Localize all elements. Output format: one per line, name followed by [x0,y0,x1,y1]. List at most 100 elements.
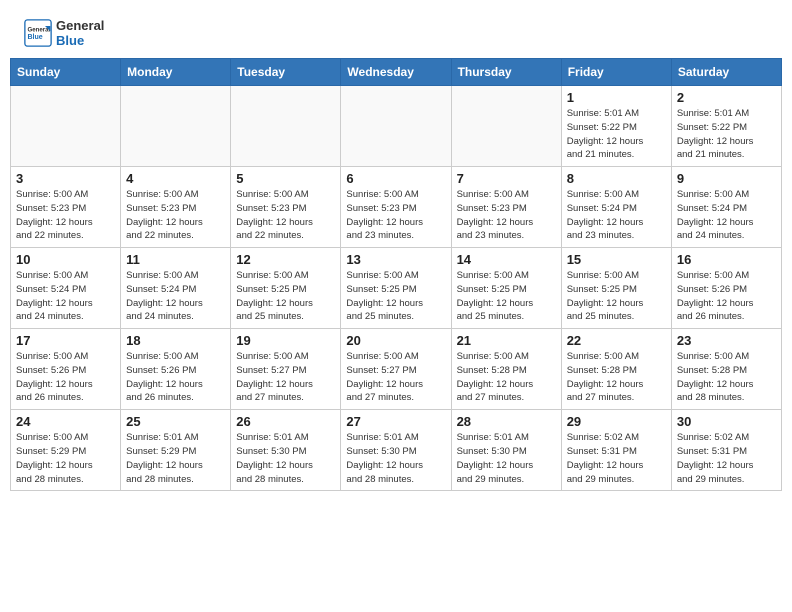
day-number: 4 [126,171,225,186]
day-number: 16 [677,252,776,267]
calendar-table: SundayMondayTuesdayWednesdayThursdayFrid… [10,58,782,491]
day-info: Sunrise: 5:00 AM Sunset: 5:23 PM Dayligh… [457,188,556,243]
day-number: 2 [677,90,776,105]
day-cell: 25Sunrise: 5:01 AM Sunset: 5:29 PM Dayli… [121,410,231,491]
day-number: 17 [16,333,115,348]
logo-text-blue: Blue [56,33,104,48]
weekday-header-friday: Friday [561,59,671,86]
weekday-header-wednesday: Wednesday [341,59,451,86]
day-cell: 5 Sunrise: 5:00 AM Sunset: 5:23 PM Daylig… [231,167,341,248]
week-row-2: 10 Sunrise: 5:00 AM Sunset: 5:24 PM Dayli… [11,248,782,329]
calendar-header: SundayMondayTuesdayWednesdayThursdayFrid… [11,59,782,86]
day-cell: 14 Sunrise: 5:00 AM Sunset: 5:25 PM Dayli… [451,248,561,329]
logo-text-general: General [56,18,104,33]
day-cell: 28Sunrise: 5:01 AM Sunset: 5:30 PM Dayli… [451,410,561,491]
day-cell: 8 Sunrise: 5:00 AM Sunset: 5:24 PM Daylig… [561,167,671,248]
day-cell: 15 Sunrise: 5:00 AM Sunset: 5:25 PM Dayli… [561,248,671,329]
day-cell: 7 Sunrise: 5:00 AM Sunset: 5:23 PM Daylig… [451,167,561,248]
day-cell: 23Sunrise: 5:00 AM Sunset: 5:28 PM Dayli… [671,329,781,410]
weekday-header-tuesday: Tuesday [231,59,341,86]
day-number: 20 [346,333,445,348]
day-number: 28 [457,414,556,429]
day-info: Sunrise: 5:00 AM Sunset: 5:25 PM Dayligh… [346,269,445,324]
day-cell [451,86,561,167]
day-number: 5 [236,171,335,186]
weekday-header-sunday: Sunday [11,59,121,86]
day-number: 27 [346,414,445,429]
day-info: Sunrise: 5:00 AM Sunset: 5:27 PM Dayligh… [346,350,445,405]
day-cell: 21 Sunrise: 5:00 AM Sunset: 5:28 PM Dayli… [451,329,561,410]
week-row-4: 24Sunrise: 5:00 AM Sunset: 5:29 PM Dayli… [11,410,782,491]
day-cell: 13 Sunrise: 5:00 AM Sunset: 5:25 PM Dayli… [341,248,451,329]
day-info: Sunrise: 5:00 AM Sunset: 5:28 PM Dayligh… [457,350,556,405]
day-cell: 26Sunrise: 5:01 AM Sunset: 5:30 PM Dayli… [231,410,341,491]
logo: General Blue General Blue [24,18,104,48]
day-number: 8 [567,171,666,186]
day-cell: 6Sunrise: 5:00 AM Sunset: 5:23 PM Daylig… [341,167,451,248]
day-info: Sunrise: 5:00 AM Sunset: 5:24 PM Dayligh… [567,188,666,243]
day-cell: 2 Sunrise: 5:01 AM Sunset: 5:22 PM Daylig… [671,86,781,167]
logo-icon: General Blue [24,19,52,47]
day-info: Sunrise: 5:01 AM Sunset: 5:22 PM Dayligh… [677,107,776,162]
calendar-body: 1 Sunrise: 5:01 AM Sunset: 5:22 PM Daylig… [11,86,782,491]
day-number: 12 [236,252,335,267]
day-cell: 12 Sunrise: 5:00 AM Sunset: 5:25 PM Dayli… [231,248,341,329]
day-cell: 27 Sunrise: 5:01 AM Sunset: 5:30 PM Dayli… [341,410,451,491]
day-cell [121,86,231,167]
day-info: Sunrise: 5:02 AM Sunset: 5:31 PM Dayligh… [567,431,666,486]
day-number: 15 [567,252,666,267]
day-cell: 3 Sunrise: 5:00 AM Sunset: 5:23 PM Daylig… [11,167,121,248]
day-cell: 30Sunrise: 5:02 AM Sunset: 5:31 PM Dayli… [671,410,781,491]
day-cell [341,86,451,167]
day-info: Sunrise: 5:00 AM Sunset: 5:26 PM Dayligh… [16,350,115,405]
day-info: Sunrise: 5:01 AM Sunset: 5:30 PM Dayligh… [346,431,445,486]
day-number: 7 [457,171,556,186]
day-number: 22 [567,333,666,348]
day-cell: 29 Sunrise: 5:02 AM Sunset: 5:31 PM Dayli… [561,410,671,491]
day-cell: 4 Sunrise: 5:00 AM Sunset: 5:23 PM Daylig… [121,167,231,248]
svg-text:Blue: Blue [28,34,43,41]
day-info: Sunrise: 5:01 AM Sunset: 5:29 PM Dayligh… [126,431,225,486]
day-info: Sunrise: 5:00 AM Sunset: 5:28 PM Dayligh… [567,350,666,405]
day-cell: 16 Sunrise: 5:00 AM Sunset: 5:26 PM Dayli… [671,248,781,329]
day-number: 21 [457,333,556,348]
day-info: Sunrise: 5:00 AM Sunset: 5:23 PM Dayligh… [16,188,115,243]
day-cell [231,86,341,167]
day-number: 19 [236,333,335,348]
day-info: Sunrise: 5:00 AM Sunset: 5:24 PM Dayligh… [126,269,225,324]
day-cell: 17 Sunrise: 5:00 AM Sunset: 5:26 PM Dayli… [11,329,121,410]
day-info: Sunrise: 5:01 AM Sunset: 5:22 PM Dayligh… [567,107,666,162]
day-info: Sunrise: 5:00 AM Sunset: 5:23 PM Dayligh… [126,188,225,243]
day-cell: 24Sunrise: 5:00 AM Sunset: 5:29 PM Dayli… [11,410,121,491]
day-cell [11,86,121,167]
weekday-row: SundayMondayTuesdayWednesdayThursdayFrid… [11,59,782,86]
week-row-3: 17 Sunrise: 5:00 AM Sunset: 5:26 PM Dayli… [11,329,782,410]
day-info: Sunrise: 5:00 AM Sunset: 5:28 PM Dayligh… [677,350,776,405]
day-info: Sunrise: 5:01 AM Sunset: 5:30 PM Dayligh… [236,431,335,486]
day-info: Sunrise: 5:00 AM Sunset: 5:26 PM Dayligh… [126,350,225,405]
day-info: Sunrise: 5:00 AM Sunset: 5:25 PM Dayligh… [567,269,666,324]
day-info: Sunrise: 5:02 AM Sunset: 5:31 PM Dayligh… [677,431,776,486]
day-info: Sunrise: 5:00 AM Sunset: 5:23 PM Dayligh… [236,188,335,243]
day-cell: 18 Sunrise: 5:00 AM Sunset: 5:26 PM Dayli… [121,329,231,410]
day-number: 3 [16,171,115,186]
day-cell: 22 Sunrise: 5:00 AM Sunset: 5:28 PM Dayli… [561,329,671,410]
day-info: Sunrise: 5:00 AM Sunset: 5:26 PM Dayligh… [677,269,776,324]
day-number: 1 [567,90,666,105]
day-cell: 19Sunrise: 5:00 AM Sunset: 5:27 PM Dayli… [231,329,341,410]
day-number: 29 [567,414,666,429]
weekday-header-saturday: Saturday [671,59,781,86]
day-number: 10 [16,252,115,267]
day-number: 6 [346,171,445,186]
day-cell: 20 Sunrise: 5:00 AM Sunset: 5:27 PM Dayli… [341,329,451,410]
day-cell: 10Sunrise: 5:00 AM Sunset: 5:24 PM Dayli… [11,248,121,329]
day-info: Sunrise: 5:00 AM Sunset: 5:29 PM Dayligh… [16,431,115,486]
day-number: 9 [677,171,776,186]
day-info: Sunrise: 5:00 AM Sunset: 5:25 PM Dayligh… [236,269,335,324]
day-info: Sunrise: 5:00 AM Sunset: 5:25 PM Dayligh… [457,269,556,324]
day-number: 14 [457,252,556,267]
day-cell: 11Sunrise: 5:00 AM Sunset: 5:24 PM Dayli… [121,248,231,329]
day-number: 18 [126,333,225,348]
weekday-header-monday: Monday [121,59,231,86]
day-number: 13 [346,252,445,267]
